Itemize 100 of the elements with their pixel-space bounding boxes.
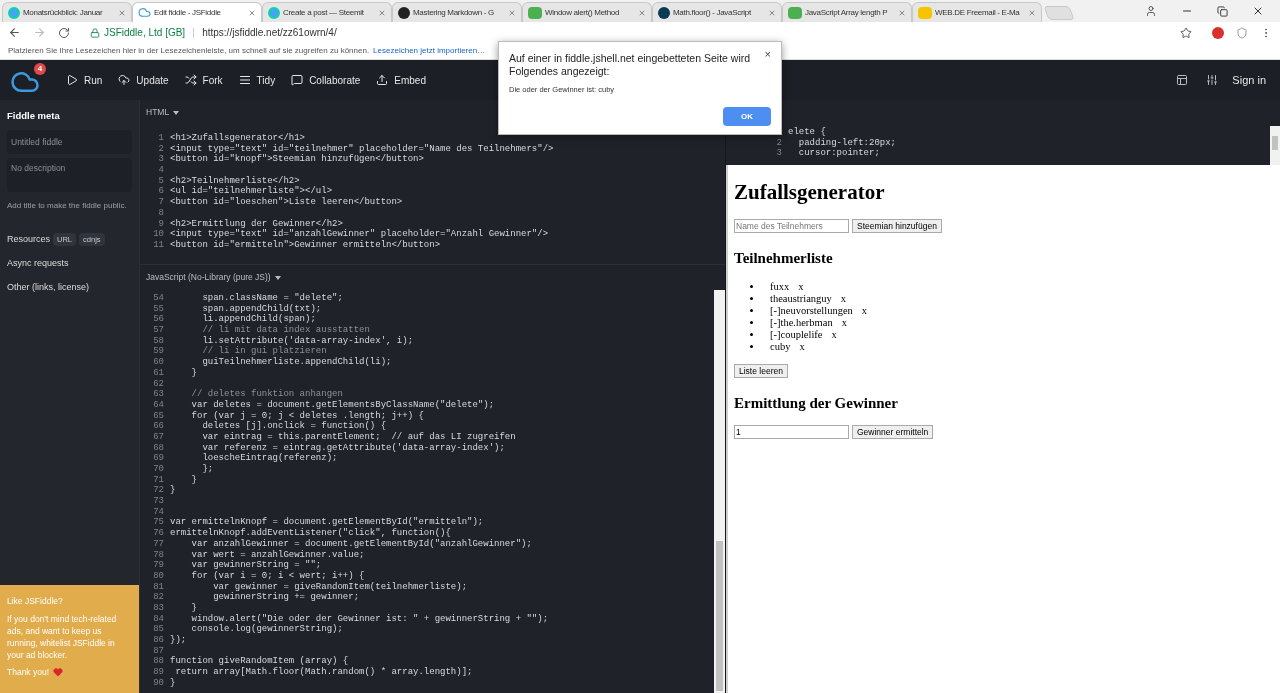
browser-tab[interactable]: Mastering Markdown - G (392, 2, 522, 22)
browser-tab[interactable]: Edit fiddle - JSFiddle (132, 2, 262, 22)
line-number: 84 (153, 613, 164, 625)
title-field[interactable]: Untitled fiddle (7, 130, 132, 155)
forward-icon[interactable] (33, 26, 46, 39)
toolbar-button[interactable]: Run (58, 65, 111, 95)
panel-language-selector[interactable]: JavaScript (No-Library (pure JS)) (140, 265, 287, 290)
add-button[interactable]: Steemian hinzufügen (852, 219, 942, 233)
code-line: gewinnerString += gewinner; (212, 592, 360, 603)
tab-title: Monatsrückblick: Januar (23, 6, 103, 19)
sidebar-section[interactable]: Async requests (7, 257, 69, 271)
remove-link[interactable]: x (840, 290, 847, 307)
profile-icon[interactable] (1145, 5, 1157, 17)
heart-icon (53, 667, 64, 678)
tab-favicon-icon (528, 6, 542, 19)
line-number: 3 (158, 154, 164, 166)
line-number: 54 (153, 293, 164, 304)
line-number: 2 (158, 143, 164, 155)
code-line: for (var j = 0; j < deletes .length; j++) { (190, 410, 424, 421)
code-line: return array[Math.floor(Math.random() * array.length)]; (175, 667, 473, 678)
toolbar-button[interactable]: Embed (368, 65, 434, 95)
code-line: <h2>Ermittlung der Gewinner</h2> (170, 218, 343, 229)
import-bookmarks-link[interactable]: Lesezeichen jetzt importieren… (373, 45, 486, 57)
line-number: 5 (158, 175, 164, 187)
tab-title: JavaScript Array length P (805, 6, 888, 19)
code-line: <button id="knopf">Steemian hinzufügen</button> (170, 154, 424, 166)
browser-tab[interactable]: Math.floor() - JavaScript (652, 2, 782, 22)
bullet-icon (750, 285, 753, 288)
line-number: 4 (158, 165, 164, 176)
url-text: https://jsfiddle.net/zz61owrn/4/ (202, 26, 337, 40)
name-field[interactable]: Name des Teilnehmers (734, 219, 849, 233)
shield-icon[interactable] (1236, 26, 1248, 39)
scrollbar[interactable] (1270, 126, 1280, 165)
toolbar-button[interactable]: Update (110, 65, 177, 95)
sign-in-button[interactable]: Sign in (1232, 71, 1266, 89)
code-line: } (190, 367, 197, 379)
winner-count-field[interactable]: 1 (734, 425, 849, 439)
bookmarks-hint: Platzieren Sie Ihre Lesezeichen hier in der Lesezeichenleiste, um schnell auf sie zugreifen zu können. (8, 45, 370, 57)
browser-tab[interactable]: Create a post — Steemit (262, 2, 392, 22)
code-line: elete { (788, 127, 826, 138)
sidebar-section[interactable]: Resources (7, 233, 51, 247)
panel-language-selector[interactable]: HTML (140, 100, 186, 125)
code-line: <input type="text" id="teilnehmer" placeholder="Name des Teilnehmers"/> (170, 143, 554, 154)
tab-favicon-icon (788, 6, 802, 19)
line-number: 61 (153, 367, 164, 379)
adblock-icon[interactable] (1212, 26, 1224, 39)
browser-tab[interactable]: Monatsrückblick: Januar (2, 2, 132, 22)
tab-favicon-icon (398, 6, 410, 19)
layout-icon[interactable] (1176, 74, 1189, 86)
line-number: 69 (153, 453, 164, 464)
bullet-icon (750, 345, 753, 348)
toolbar-button[interactable]: Fork (176, 65, 231, 95)
restore-icon[interactable] (1217, 5, 1228, 17)
close-button[interactable]: × (764, 49, 771, 60)
close-icon[interactable] (1252, 5, 1264, 17)
line-number: 77 (153, 538, 164, 550)
tab-title: Window alert() Method (545, 6, 620, 19)
code-line: span.className = "delete"; (201, 293, 343, 304)
code-line: } (170, 485, 176, 497)
back-icon[interactable] (8, 26, 21, 39)
sidebar-section[interactable]: Other (links, license) (7, 281, 90, 295)
browser-tab[interactable]: WEB.DE Freemail - E-Ma (912, 2, 1042, 22)
line-number: 87 (153, 645, 164, 657)
hint-text: Add title to make the fiddle public. (7, 200, 128, 213)
toolbar-button[interactable]: Collaborate (283, 65, 369, 95)
code-line: <input type="text" id="anzahlGewinner" placeholder="Anzahl Gewinner"/> (170, 229, 549, 240)
line-number: 10 (153, 229, 164, 240)
new-tab-button[interactable] (1043, 6, 1075, 20)
code-line: for (var i = 0; i < wert; i++) { (190, 570, 365, 582)
browser-tab[interactable]: JavaScript Array length P (782, 2, 912, 22)
tab-title: Create a post — Steemit (283, 6, 364, 19)
caret-icon (173, 110, 180, 115)
clear-list-button[interactable]: Liste leeren (734, 363, 788, 378)
tab-title: Mastering Markdown - G (413, 6, 494, 19)
line-number: 70 (153, 464, 164, 475)
browser-tab[interactable]: Window alert() Method (522, 2, 652, 22)
tab-favicon-icon (268, 6, 280, 19)
remove-link[interactable]: x (861, 302, 868, 319)
code-line: padding-left:20px; (797, 137, 897, 148)
code-line: <ul id="teilnehmerliste"></ul> (170, 186, 333, 197)
remove-link[interactable]: x (831, 326, 837, 343)
bookmark-star-icon[interactable] (1180, 26, 1192, 39)
line-number: 81 (153, 581, 164, 593)
toolbar-button[interactable]: Tidy (230, 65, 284, 95)
tab-title: Edit fiddle - JSFiddle (154, 6, 221, 19)
scrollbar[interactable] (714, 290, 725, 693)
line-number: 67 (153, 431, 164, 443)
caret-icon (274, 275, 281, 280)
lock-icon (90, 27, 100, 38)
description-field[interactable]: No description (7, 158, 132, 193)
code-line: span.appendChild(txt); (201, 303, 322, 314)
line-number: 74 (153, 506, 164, 518)
determine-winner-button[interactable]: Gewinner ermitteln (852, 425, 934, 439)
reload-icon[interactable] (58, 26, 70, 39)
line-number: 88 (153, 656, 164, 668)
tab-favicon-icon (8, 6, 20, 19)
line-number: 76 (153, 528, 164, 539)
line-number: 8 (158, 207, 164, 219)
settings-icon[interactable] (1206, 74, 1219, 86)
bullet-icon (750, 309, 753, 312)
